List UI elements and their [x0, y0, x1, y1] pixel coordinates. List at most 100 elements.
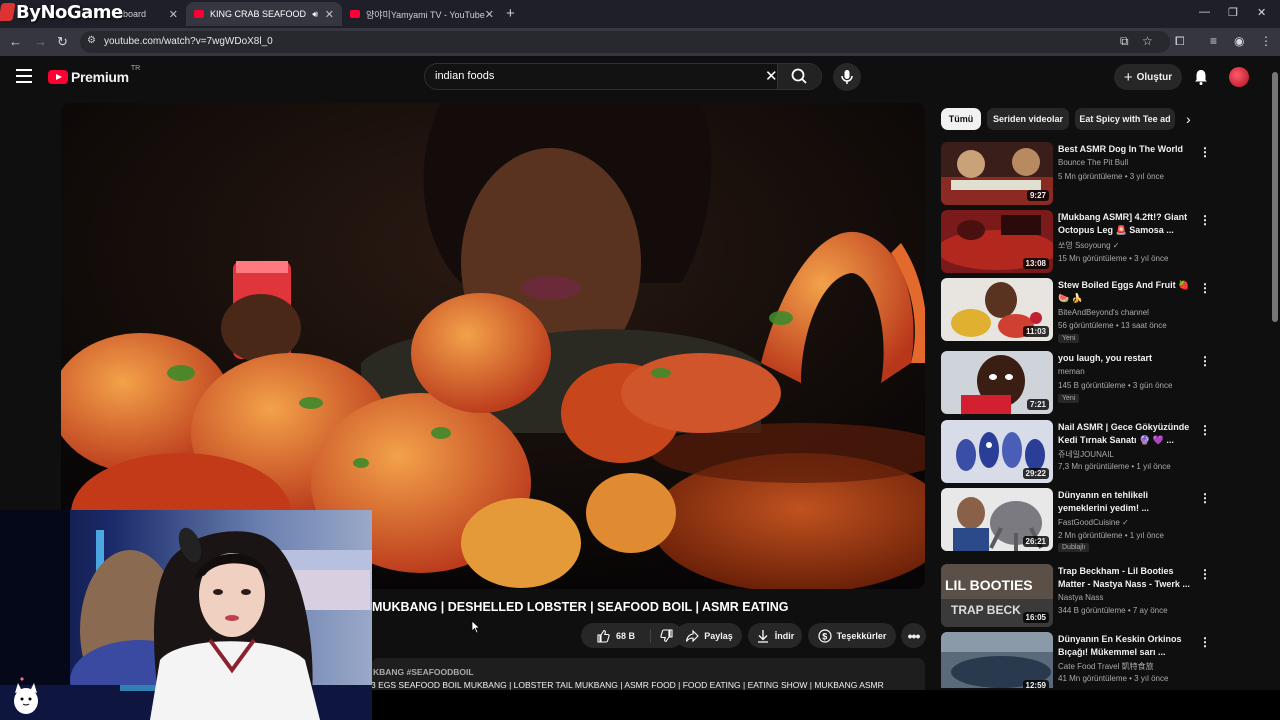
- more-options-icon[interactable]: ⋮: [1199, 281, 1211, 295]
- video-thumbnail[interactable]: 12:59: [941, 632, 1053, 688]
- download-label: İndir: [774, 630, 795, 641]
- channel-name[interactable]: 쏘영 Ssoyoung ✓: [1058, 240, 1119, 251]
- share-button[interactable]: Paylaş: [676, 623, 742, 648]
- description-text: 3 EGS SEAFOOD BOIL MUKBANG | LOBSTER TAI…: [371, 680, 884, 690]
- close-icon[interactable]: ✕: [169, 8, 178, 21]
- thanks-label: Teşekkürler: [836, 630, 887, 641]
- recommendation-item[interactable]: 29:22 Nail ASMR | Gece Gökyüzünde Kedi T…: [941, 420, 1231, 484]
- omnibox[interactable]: ⚙ youtube.com/watch?v=7wgWDoX8l_0: [80, 31, 1170, 53]
- reload-icon[interactable]: ↻: [57, 34, 68, 50]
- profile-icon[interactable]: ◉: [1234, 34, 1244, 48]
- clear-search-icon[interactable]: ✕: [765, 67, 778, 85]
- more-options-icon[interactable]: ⋮: [1199, 213, 1211, 227]
- video-title[interactable]: you laugh, you restart: [1058, 352, 1196, 365]
- tab-king-crab[interactable]: KING CRAB SEAFOOD BOIL 🔊︎ ✕: [186, 2, 342, 26]
- playlist-icon[interactable]: ≡: [1210, 34, 1217, 48]
- video-meta: 41 Mn görüntüleme • 3 yıl önce: [1058, 674, 1169, 683]
- chip-channel[interactable]: Eat Spicy with Tee ad: [1075, 108, 1175, 130]
- channel-name[interactable]: 쥬네일JOUNAIL: [1058, 449, 1114, 460]
- more-horizontal-icon: •••: [907, 627, 921, 644]
- minimize-icon[interactable]: —: [1199, 6, 1210, 18]
- video-thumbnail[interactable]: 13:08: [941, 210, 1053, 273]
- recommendation-item[interactable]: 12:59 Dünyanın En Keskin Orkinos Bıçağı!…: [941, 632, 1231, 688]
- notifications-bell-icon[interactable]: [1193, 69, 1209, 85]
- stream-watermark: ByNoGame: [0, 2, 123, 23]
- recommendation-item[interactable]: 11:03 Stew Boiled Eggs And Fruit 🍓 🍉 🍌 B…: [941, 278, 1231, 343]
- chevron-right-icon[interactable]: ›: [1186, 111, 1191, 127]
- duration: 29:22: [1022, 468, 1049, 479]
- video-title[interactable]: Dünyanın en tehlikeli yemeklerini yedim!…: [1058, 489, 1196, 515]
- channel-name[interactable]: Nastya Nass: [1058, 593, 1103, 602]
- account-avatar[interactable]: [1229, 67, 1249, 87]
- recommendation-item[interactable]: 13:08 [Mukbang ASMR] 4.2ft!? Giant Octop…: [941, 210, 1231, 274]
- restore-icon[interactable]: ❐: [1228, 6, 1238, 19]
- video-title[interactable]: Trap Beckham - Lil Booties Matter - Nast…: [1058, 565, 1196, 591]
- thumbs-up-icon: [597, 629, 610, 643]
- logo-text: Premium: [71, 69, 129, 85]
- browser-tab-bar: nboard ✕ KING CRAB SEAFOOD BOIL 🔊︎ ✕ 얌야미…: [0, 0, 1280, 28]
- video-thumbnail[interactable]: 11:03: [941, 278, 1053, 341]
- new-tab-button[interactable]: +: [506, 5, 515, 22]
- more-options-icon[interactable]: ⋮: [1199, 423, 1211, 437]
- youtube-header: Premium TR indian foods ✕ + Oluştur: [0, 56, 1280, 98]
- scrollbar-thumb[interactable]: [1272, 72, 1278, 322]
- video-title[interactable]: [Mukbang ASMR] 4.2ft!? Giant Octopus Leg…: [1058, 211, 1196, 237]
- channel-name[interactable]: Cate Food Travel 凱特食旅: [1058, 661, 1154, 672]
- recommendation-item[interactable]: 26:21 Dünyanın en tehlikeli yemeklerini …: [941, 488, 1231, 552]
- video-title[interactable]: Nail ASMR | Gece Gökyüzünde Kedi Tırnak …: [1058, 421, 1196, 447]
- description-hashtags[interactable]: KBANG #SEAFOODBOIL: [373, 667, 474, 677]
- extensions-icon[interactable]: ⧠: [1175, 34, 1185, 49]
- more-options-icon[interactable]: ⋮: [1199, 567, 1211, 581]
- more-options-icon[interactable]: ⋮: [1199, 145, 1211, 159]
- hamburger-menu-icon[interactable]: [16, 69, 32, 87]
- site-info-icon[interactable]: ⚙: [87, 35, 96, 46]
- close-window-icon[interactable]: ✕: [1257, 6, 1266, 19]
- svg-text:$: $: [822, 631, 827, 641]
- back-icon[interactable]: ←: [9, 34, 22, 49]
- cast-icon[interactable]: ⧉: [1120, 34, 1129, 49]
- close-icon[interactable]: ✕: [485, 8, 494, 21]
- channel-name[interactable]: Bounce The Pit Bull: [1058, 158, 1128, 167]
- chip-series-videos[interactable]: Seriden videolar: [987, 108, 1069, 130]
- video-thumbnail[interactable]: 26:21: [941, 488, 1053, 551]
- search-button[interactable]: [777, 64, 821, 89]
- tab-yamyami[interactable]: 얌야미Yamyami TV - YouTube ✕: [342, 2, 502, 26]
- recommendation-item[interactable]: 7:21 you laugh, you restart meman 145 B …: [941, 351, 1231, 415]
- video-thumbnail[interactable]: 9:27: [941, 142, 1053, 205]
- voice-search-button[interactable]: [833, 63, 861, 91]
- create-button[interactable]: + Oluştur: [1114, 64, 1182, 90]
- recommendation-item[interactable]: 9:27 Best ASMR Dog In The World Bounce T…: [941, 142, 1231, 206]
- youtube-logo[interactable]: Premium TR: [48, 65, 140, 85]
- video-title[interactable]: Stew Boiled Eggs And Fruit 🍓 🍉 🍌: [1058, 279, 1196, 305]
- more-options-icon[interactable]: ⋮: [1199, 354, 1211, 368]
- bookmark-star-icon[interactable]: ☆: [1142, 34, 1153, 48]
- thanks-button[interactable]: $ Teşekkürler: [808, 623, 896, 648]
- video-thumbnail[interactable]: LIL BOOTIES TRAP BECK 16:05: [941, 564, 1053, 627]
- more-actions-button[interactable]: •••: [901, 623, 926, 648]
- duration: 13:08: [1022, 258, 1049, 269]
- search-input[interactable]: indian foods: [435, 70, 494, 82]
- video-title[interactable]: Dünyanın En Keskin Orkinos Bıçağı! Mükem…: [1058, 633, 1196, 659]
- video-meta: 56 görüntüleme • 13 saat önce: [1058, 321, 1167, 330]
- close-icon[interactable]: ✕: [325, 8, 334, 21]
- channel-name[interactable]: BiteAndBeyond's channel: [1058, 308, 1149, 317]
- video-thumbnail[interactable]: 7:21: [941, 351, 1053, 414]
- more-options-icon[interactable]: ⋮: [1199, 635, 1211, 649]
- forward-icon[interactable]: →: [34, 34, 47, 49]
- menu-dots-icon[interactable]: ⋮: [1260, 34, 1272, 48]
- video-thumbnail[interactable]: 29:22: [941, 420, 1053, 483]
- search-box[interactable]: indian foods ✕: [424, 63, 822, 90]
- video-meta: 5 Mn görüntüleme • 3 yıl önce: [1058, 172, 1164, 181]
- speaker-icon[interactable]: 🔊︎: [312, 9, 318, 20]
- create-label: Oluştur: [1136, 71, 1173, 83]
- channel-name[interactable]: meman: [1058, 367, 1085, 376]
- like-button[interactable]: 68 B: [581, 628, 651, 643]
- channel-name[interactable]: FastGoodCuisine ✓: [1058, 518, 1129, 527]
- video-title[interactable]: Best ASMR Dog In The World: [1058, 143, 1196, 156]
- share-icon: [686, 629, 700, 642]
- more-options-icon[interactable]: ⋮: [1199, 491, 1211, 505]
- chip-all[interactable]: Tümü: [941, 108, 981, 130]
- download-button[interactable]: İndir: [748, 623, 802, 648]
- recommendation-item[interactable]: LIL BOOTIES TRAP BECK 16:05 Trap Beckham -…: [941, 564, 1231, 628]
- url-text[interactable]: youtube.com/watch?v=7wgWDoX8l_0: [104, 36, 273, 47]
